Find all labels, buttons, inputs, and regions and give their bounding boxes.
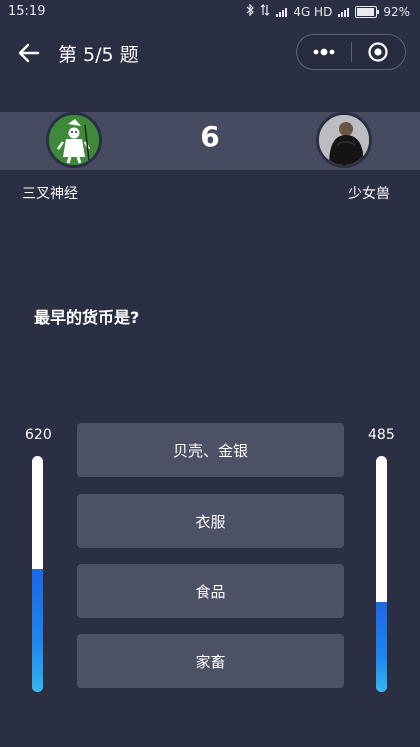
answer-option-1[interactable]: 贝壳、金银 [77, 423, 344, 477]
round-number: 6 [200, 120, 220, 153]
data-transfer-icon [260, 4, 270, 19]
right-energy-fill [376, 602, 387, 692]
left-energy-fill [32, 569, 43, 692]
close-target-icon [368, 42, 388, 62]
back-arrow-icon [18, 43, 40, 63]
left-player-score: 620 [25, 427, 52, 443]
right-player-score: 485 [368, 427, 395, 443]
battery-level [357, 7, 374, 16]
left-energy-bar [32, 456, 43, 692]
status-bar: 15:19 4G HD 92% [0, 0, 420, 26]
question-text: 最早的货币是? [34, 308, 140, 327]
answer-option-3[interactable]: 食品 [77, 564, 344, 618]
close-button[interactable] [352, 35, 406, 69]
answer-option-2[interactable]: 衣服 [77, 494, 344, 548]
answer-option-4[interactable]: 家畜 [77, 634, 344, 688]
battery-percent: 92% [383, 4, 410, 19]
right-player-name: 少女兽 [348, 186, 390, 202]
status-time: 15:19 [8, 4, 46, 19]
bluetooth-icon [246, 3, 255, 19]
more-button[interactable] [297, 35, 351, 69]
right-energy-bar [376, 456, 387, 692]
signal-icon-2 [338, 7, 350, 17]
nav-bar: 第 5/5 题 [0, 26, 420, 78]
status-icons: 4G HD 92% [246, 3, 410, 19]
mini-program-capsule [296, 34, 406, 70]
left-player-name: 三叉神经 [22, 186, 78, 202]
page-title: 第 5/5 题 [58, 44, 139, 66]
battery-icon [355, 5, 380, 18]
back-button[interactable] [14, 38, 44, 68]
network-label: 4G HD [293, 4, 333, 19]
more-dots-icon [313, 48, 335, 56]
signal-icon [276, 7, 288, 17]
